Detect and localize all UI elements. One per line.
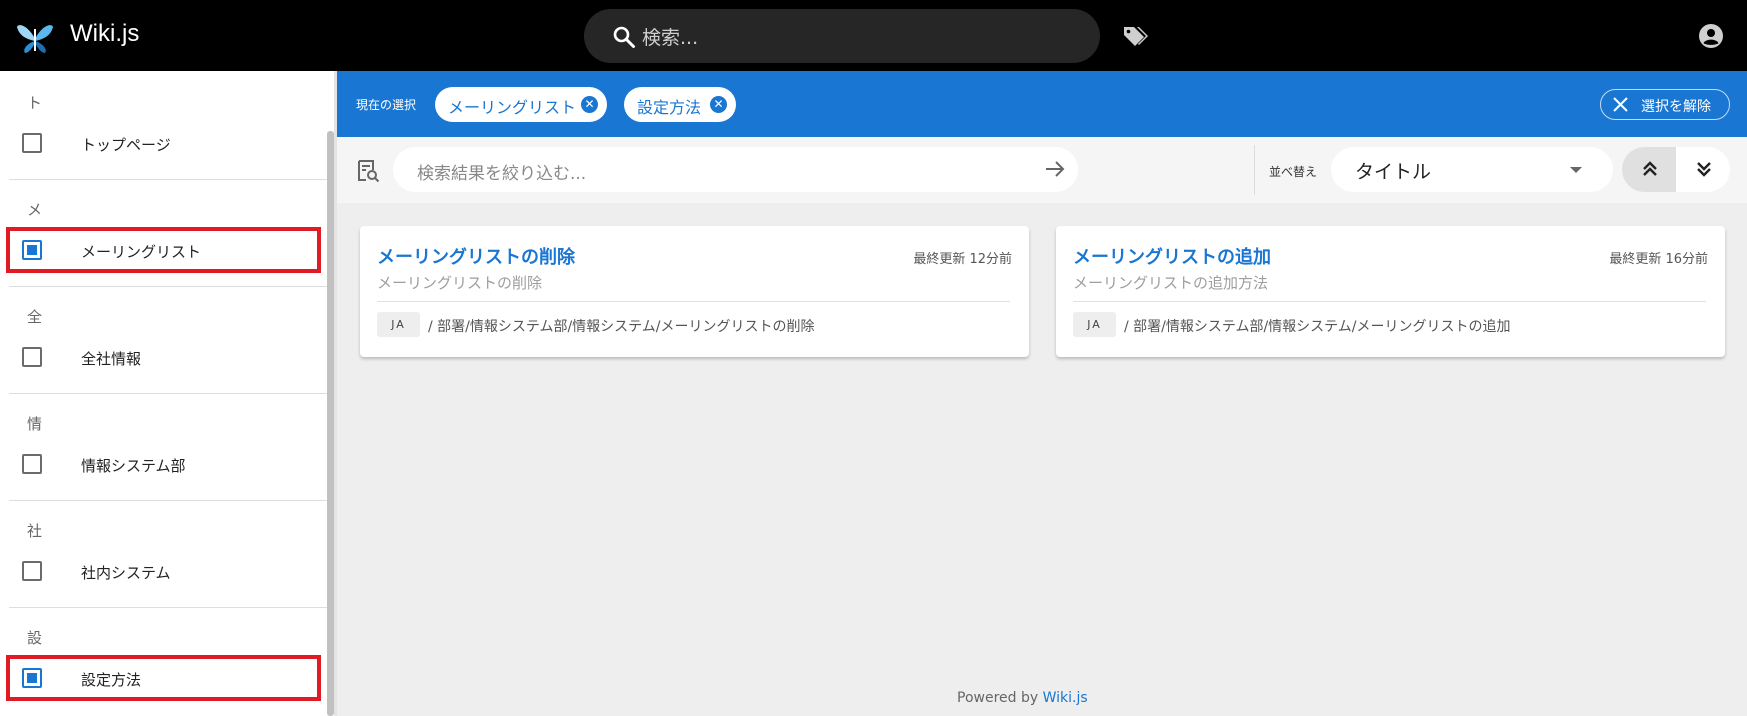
double-chevron-up-icon: [1643, 161, 1657, 176]
tag-item-setup-method[interactable]: 設定方法: [6, 655, 321, 701]
search-bar[interactable]: 検索...: [584, 9, 1100, 63]
tag-checkbox[interactable]: [22, 561, 42, 581]
tag-item-internal-system[interactable]: 社内システム: [6, 548, 321, 594]
wikijs-logo-icon[interactable]: [16, 17, 54, 55]
filter-placeholder: 検索結果を絞り込む...: [417, 164, 587, 184]
tag-label: 社内システム: [81, 564, 171, 582]
sort-select[interactable]: タイトル: [1331, 147, 1613, 192]
tag-checkbox-checked[interactable]: [22, 240, 42, 260]
tag-item-top-page[interactable]: トップページ: [6, 120, 321, 166]
tag-group-setsu: 設 設定方法: [0, 606, 327, 715]
footer-prefix: Powered by: [957, 690, 1043, 706]
result-description: メーリングリストの追加方法: [1073, 274, 1269, 292]
tag-filter-sidebar: ト トップページ メ メーリングリスト 全 全社情報 情 情報システム部 社 社…: [0, 71, 337, 716]
search-placeholder[interactable]: 検索...: [642, 23, 698, 50]
locale-badge: JA: [1073, 312, 1116, 337]
result-updated: 最終更新 16分前: [1609, 252, 1708, 267]
group-letter: 設: [27, 629, 43, 647]
selected-tag-chip[interactable]: 設定方法 ✕: [624, 87, 736, 122]
tag-item-it-dept[interactable]: 情報システム部: [6, 441, 321, 487]
search-icon: [613, 26, 635, 48]
selection-caption: 現在の選択: [356, 98, 417, 112]
tag-checkbox[interactable]: [22, 133, 42, 153]
group-letter: メ: [27, 201, 43, 219]
chip-label: メーリングリスト: [448, 98, 577, 117]
group-letter: 情: [27, 415, 43, 433]
tag-label: メーリングリスト: [81, 243, 202, 261]
tag-group-to: ト トップページ: [0, 71, 327, 180]
chip-close-icon[interactable]: ✕: [710, 96, 727, 113]
divider: [1254, 145, 1255, 195]
sort-ascending-button[interactable]: [1622, 147, 1676, 192]
result-description: メーリングリストの削除: [377, 274, 543, 292]
current-selection-bar: 現在の選択 メーリングリスト ✕ 設定方法 ✕ 選択を解除: [337, 71, 1747, 137]
results-toolbar: 検索結果を絞り込む... 並べ替え タイトル: [337, 137, 1747, 203]
footer-wikijs-link[interactable]: Wiki.js: [1043, 690, 1088, 706]
chevron-down-icon: [1570, 167, 1582, 173]
selected-tag-chip[interactable]: メーリングリスト ✕: [435, 87, 607, 122]
tag-label: 全社情報: [81, 350, 142, 368]
result-path: / 部署/情報システム部/情報システム/メーリングリストの削除: [428, 319, 815, 335]
divider: [1073, 301, 1706, 302]
result-title[interactable]: メーリングリストの削除: [377, 243, 575, 269]
text-search-icon: [358, 160, 380, 183]
result-card[interactable]: メーリングリストの追加 メーリングリストの追加方法 最終更新 16分前 JA /…: [1056, 226, 1725, 357]
tag-checkbox-checked[interactable]: [22, 668, 42, 688]
tag-item-mailing-list[interactable]: メーリングリスト: [6, 227, 321, 273]
double-chevron-down-icon: [1697, 162, 1711, 177]
tags-icon[interactable]: [1122, 24, 1148, 48]
tag-checkbox[interactable]: [22, 454, 42, 474]
filter-results-input[interactable]: 検索結果を絞り込む...: [393, 147, 1078, 192]
tag-checkbox[interactable]: [22, 347, 42, 367]
tag-label: 設定方法: [81, 671, 142, 689]
divider: [377, 301, 1010, 302]
sort-caption: 並べ替え: [1269, 165, 1318, 179]
chip-close-icon[interactable]: ✕: [581, 96, 598, 113]
sort-order-toggle: [1622, 147, 1730, 192]
chip-label: 設定方法: [637, 98, 702, 117]
tag-label: 情報システム部: [81, 457, 186, 475]
tag-group-me: メ メーリングリスト: [0, 178, 327, 287]
tag-group-sha: 社 社内システム: [0, 499, 327, 608]
result-updated: 最終更新 12分前: [913, 252, 1012, 267]
clear-selection-label: 選択を解除: [1641, 99, 1711, 115]
tag-group-jou: 情 情報システム部: [0, 392, 327, 501]
tag-label: トップページ: [81, 136, 171, 154]
result-title[interactable]: メーリングリストの追加: [1073, 243, 1271, 269]
sort-descending-button[interactable]: [1676, 147, 1730, 192]
locale-badge: JA: [377, 312, 420, 337]
sort-select-value: タイトル: [1355, 161, 1432, 183]
result-card[interactable]: メーリングリストの削除 メーリングリストの削除 最終更新 12分前 JA / 部…: [360, 226, 1029, 357]
scrollbar-thumb[interactable]: [327, 131, 334, 716]
group-letter: 社: [27, 522, 43, 540]
footer: Powered by Wiki.js: [957, 690, 1088, 706]
clear-selection-button[interactable]: 選択を解除: [1600, 89, 1730, 120]
tag-item-company-info[interactable]: 全社情報: [6, 334, 321, 380]
top-app-bar: Wiki.js 検索...: [0, 0, 1747, 71]
account-icon[interactable]: [1698, 23, 1724, 49]
brand-title[interactable]: Wiki.js: [70, 20, 139, 48]
arrow-right-icon[interactable]: [1043, 157, 1067, 181]
result-path: / 部署/情報システム部/情報システム/メーリングリストの追加: [1124, 319, 1511, 335]
tag-group-zen: 全 全社情報: [0, 285, 327, 394]
group-letter: ト: [27, 94, 43, 112]
close-icon: [1613, 97, 1628, 112]
group-letter: 全: [27, 308, 43, 326]
